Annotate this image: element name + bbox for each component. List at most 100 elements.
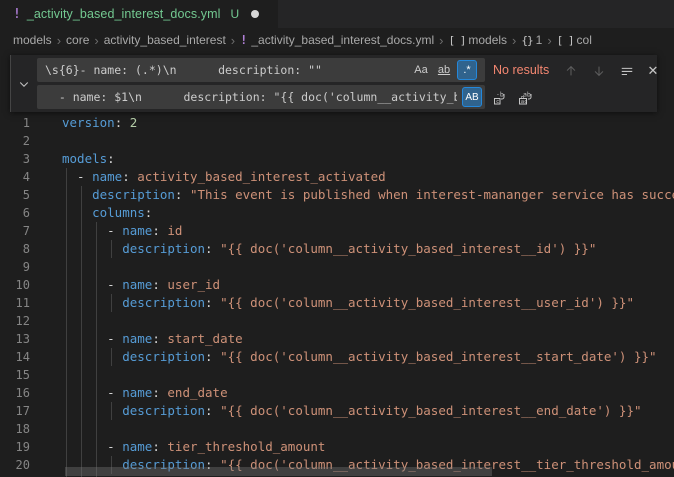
code-text: - name: start_date [62,330,243,348]
find-options: Aa ab .* [411,60,477,80]
code-line[interactable]: 8 description: "{{ doc('column__activity… [0,240,674,258]
breadcrumb-item[interactable]: activity_based_interest [104,33,226,47]
code-text: models: [62,150,115,168]
breadcrumb-item[interactable]: !_activity_based_interest_docs.yml [240,33,434,47]
code-line[interactable]: 1 version: 2 [0,114,674,132]
breadcrumb-label: models [13,33,52,47]
breadcrumb-label: core [66,33,89,47]
code-line[interactable]: 14 description: "{{ doc('column__activit… [0,348,674,366]
svg-text:c: c [496,99,499,105]
breadcrumb-label: 1 [536,33,543,47]
close-find-widget-button[interactable]: ✕ [643,61,663,81]
code-area[interactable]: 1version: 223models:4 - name: activity_b… [0,52,674,477]
code-line[interactable]: 5 description: "This event is published … [0,186,674,204]
code-text: - name: tier_threshold_amount [62,438,325,456]
line-number: 5 [0,186,30,204]
tab-bar: ! _activity_based_interest_docs.yml U [0,0,674,28]
arrow-down-icon [592,64,606,78]
line-number: 17 [0,402,30,420]
match-case-option[interactable]: Aa [411,60,431,80]
breadcrumb: models › core › activity_based_interest › !_ac… [0,28,674,52]
code-line[interactable]: 16 - name: end_date [0,384,674,402]
code-line[interactable]: 10 - name: user_id [0,276,674,294]
whole-word-option[interactable]: ab [434,60,454,80]
horizontal-scrollbar[interactable] [65,467,492,476]
code-text: description: "{{ doc('column__activity_b… [62,294,634,312]
code-line[interactable]: 2 [0,132,674,150]
replace-input[interactable] [37,85,485,109]
line-number: 9 [0,258,30,276]
code-line[interactable]: 3 models: [0,150,674,168]
breadcrumb-item[interactable]: core [66,33,89,47]
line-number: 3 [0,150,30,168]
code-text: - name: id [62,222,182,240]
replace-button[interactable]: ·b c [490,88,510,108]
line-number: 2 [0,132,30,150]
svg-text:ac: ac [520,99,527,105]
find-replace-widget: Aa ab .* No results ✕ AB [10,55,657,112]
code-text: - name: activity_based_interest_activate… [62,168,386,186]
line-number: 18 [0,420,30,438]
code-line[interactable]: 11 description: "{{ doc('column__activit… [0,294,674,312]
breadcrumb-item[interactable]: [ ]col [557,33,592,47]
array-symbol-icon: [ ] [557,34,574,47]
code-line[interactable]: 12 [0,312,674,330]
line-number: 14 [0,348,30,366]
git-status-untracked-badge: U [231,7,240,21]
breadcrumb-item[interactable]: [ ]models [448,33,507,47]
vscode-window: ! _activity_based_interest_docs.yml U mo… [0,0,674,477]
code-text: description: "This event is published wh… [62,186,674,204]
svg-text:ab: ab [523,91,531,99]
selection-icon [620,64,634,78]
replace-all-button[interactable]: ab ac [515,88,535,108]
find-in-selection-button[interactable] [617,61,637,81]
next-match-button[interactable] [589,61,609,81]
code-line[interactable]: 19 - name: tier_threshold_amount [0,438,674,456]
chevron-right-icon: › [547,34,551,47]
code-line[interactable]: 9 [0,258,674,276]
code-line[interactable]: 7 - name: id [0,222,674,240]
code-line[interactable]: 18 [0,420,674,438]
code-text: - name: user_id [62,276,220,294]
close-icon: ✕ [648,63,659,79]
code-text: version: 2 [62,114,137,132]
code-line[interactable]: 17 description: "{{ doc('column__activit… [0,402,674,420]
chevron-down-icon [18,78,30,90]
line-number: 19 [0,438,30,456]
tab-filename: _activity_based_interest_docs.yml [27,7,221,21]
code-text: description: "{{ doc('column__activity_b… [62,348,657,366]
toggle-replace-button[interactable] [11,55,36,112]
line-number: 20 [0,456,30,474]
line-number: 6 [0,204,30,222]
arrow-up-icon [564,64,578,78]
active-tab[interactable]: ! _activity_based_interest_docs.yml U [0,0,278,28]
chevron-right-icon: › [439,34,443,47]
previous-match-button[interactable] [561,61,581,81]
chevron-right-icon: › [94,34,98,47]
yaml-file-icon: ! [13,7,21,22]
replace-icon: ·b c [492,90,508,106]
breadcrumb-item[interactable]: {} 1 [521,33,542,47]
preserve-case-option[interactable]: AB [462,87,482,107]
breadcrumb-item[interactable]: models [13,33,52,47]
code-text: description: "{{ doc('column__activity_b… [62,240,596,258]
code-line[interactable]: 6 columns: [0,204,674,222]
object-symbol-icon: {} [521,34,532,47]
code-line[interactable]: 4 - name: activity_based_interest_activa… [0,168,674,186]
breadcrumb-label: col [577,33,592,47]
breadcrumb-label: models [468,33,507,47]
line-number: 12 [0,312,30,330]
code-line[interactable]: 13 - name: start_date [0,330,674,348]
line-number: 1 [0,114,30,132]
code-line[interactable]: 15 [0,366,674,384]
chevron-right-icon: › [512,34,516,47]
line-number: 15 [0,366,30,384]
results-count: No results [493,58,549,82]
regex-option[interactable]: .* [457,60,477,80]
svg-text:·b: ·b [496,91,504,99]
array-symbol-icon: [ ] [448,34,465,47]
breadcrumb-label: activity_based_interest [104,33,226,47]
line-number: 4 [0,168,30,186]
chevron-right-icon: › [57,34,61,47]
modified-dot-icon[interactable] [251,10,259,18]
